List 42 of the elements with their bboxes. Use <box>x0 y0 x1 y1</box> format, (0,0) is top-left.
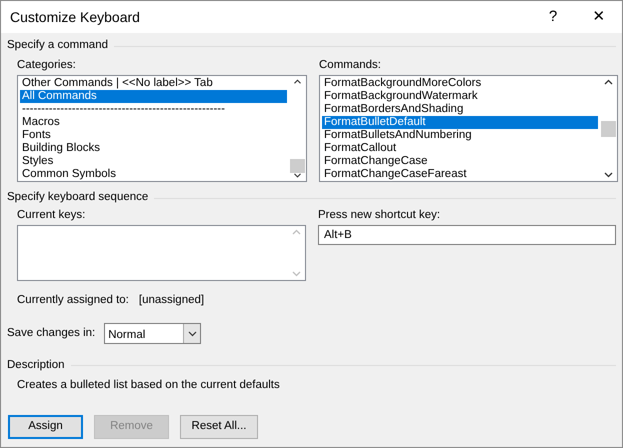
save-changes-dropdown[interactable]: Normal <box>104 323 202 344</box>
group-heading: Specify a command <box>7 38 108 54</box>
list-item[interactable]: FormatChangeCase <box>322 155 598 168</box>
list-label: Commands: <box>319 59 382 72</box>
save-changes-label: Save changes in: <box>7 326 96 342</box>
scroll-up-icon[interactable] <box>293 79 302 84</box>
list-item[interactable]: Fonts <box>20 129 287 142</box>
list-label: Categories: <box>17 59 77 72</box>
current-keys-list[interactable] <box>17 225 306 281</box>
list-item[interactable]: FormatBulletsAndNumbering <box>322 129 598 142</box>
list-item[interactable]: Other Commands | <<No label>> Tab <box>20 77 287 90</box>
list-item[interactable]: FormatBackgroundWatermark <box>322 90 598 103</box>
list-item[interactable]: FormatBordersAndShading <box>322 103 598 116</box>
list-item[interactable]: All Commands <box>20 90 287 103</box>
dialog-button[interactable]: Reset All... <box>180 414 258 438</box>
caret-icon <box>188 330 197 337</box>
assigned-label: Currently assigned to: <box>17 293 129 308</box>
help-button[interactable]: ? <box>530 1 576 33</box>
field-label: Press new shortcut key: <box>318 209 442 222</box>
scrollbar-thumb[interactable] <box>290 159 305 173</box>
close-button[interactable]: ✕ <box>576 1 622 33</box>
window-title: Customize Keyboard <box>10 8 141 27</box>
scroll-up-icon[interactable] <box>604 79 613 85</box>
list-item[interactable]: Macros <box>20 116 287 129</box>
list-item[interactable]: ----------------------------------------------------- <box>20 103 287 116</box>
shortcut-key-field[interactable]: Alt+B <box>318 225 616 245</box>
description-text: Creates a bulleted list based on the current defaults <box>16 378 281 394</box>
scroll-down-icon[interactable] <box>293 172 302 178</box>
list-item[interactable]: FormatBulletDefault <box>322 116 598 129</box>
list-item[interactable]: FormatBackgroundMoreColors <box>322 77 598 90</box>
list-item[interactable]: Styles <box>20 155 287 168</box>
field-label: Current keys: <box>17 209 86 222</box>
group-heading: Specify keyboard sequence <box>7 190 148 206</box>
list-item[interactable]: FormatChangeCaseFareast <box>322 168 598 181</box>
list-item[interactable]: FormatCallout <box>322 142 598 155</box>
scroll-down-icon[interactable] <box>604 172 613 178</box>
group-heading: Description <box>7 358 65 373</box>
list-item[interactable]: Common Symbols <box>20 168 287 181</box>
scrollbar-thumb[interactable] <box>601 121 616 137</box>
assigned-value: [unassigned] <box>138 293 204 308</box>
list-item[interactable]: Building Blocks <box>20 142 287 155</box>
dialog-button[interactable]: Assign <box>8 414 83 438</box>
